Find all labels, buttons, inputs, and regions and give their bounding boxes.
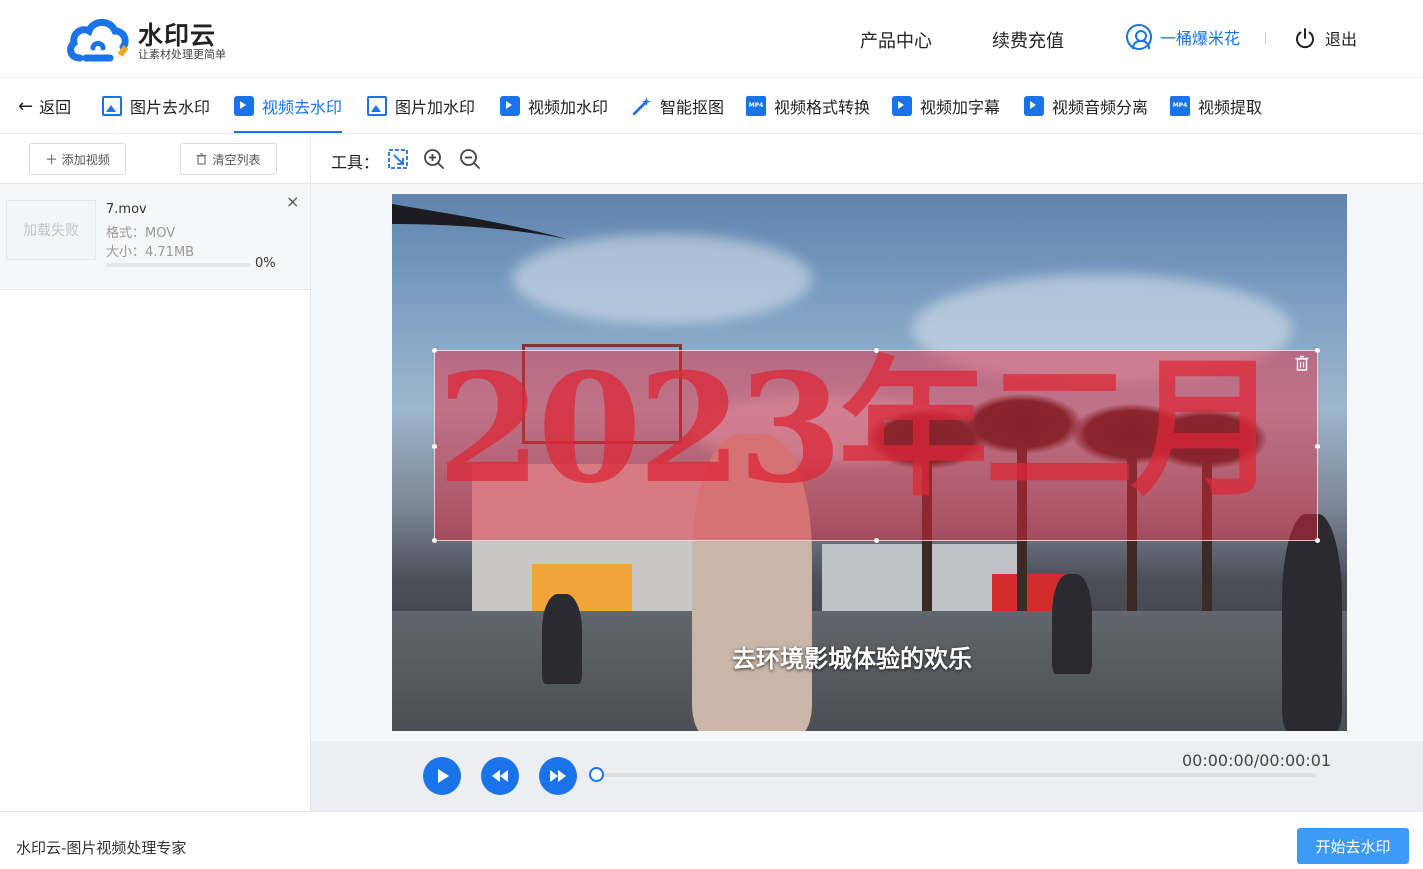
logout-button[interactable]: 退出 [1294,26,1357,50]
power-icon [1296,28,1314,49]
nav-product-center[interactable]: 产品中心 [860,27,932,53]
user-menu[interactable]: 一桶爆米花 [1126,24,1240,50]
back-button[interactable]: ← 返回 [18,78,71,134]
rewind-icon [492,770,508,782]
play-button[interactable] [423,757,461,795]
tab-label: 图片去水印 [130,98,211,117]
add-video-label: 添加视频 [61,152,110,167]
resize-handle[interactable] [874,348,879,353]
tab-image-add-watermark[interactable]: 图片加水印 [367,78,475,134]
file-list-panel: + 添加视频 清空列表 加载失败 7.mov 格式：MOV 大小：4.71MB … [0,135,311,811]
fast-forward-icon [550,770,566,782]
resize-handle[interactable] [1315,538,1320,543]
logout-label: 退出 [1325,30,1358,49]
mp4-icon: MP4 [1170,96,1190,116]
zoom-out-icon[interactable] [459,148,481,170]
playback-timeline[interactable] [597,773,1316,777]
fast-forward-button[interactable] [539,757,577,795]
feature-tabs: ← 返回 图片去水印 视频去水印 图片加水印 视频加水印 智能抠图 MP4 视频… [0,78,1423,134]
tab-label: 视频加字幕 [920,98,1001,117]
file-progress-text: 0% [255,256,276,271]
video-thumbnail: 加载失败 [6,200,96,260]
tab-label: 智能抠图 [660,98,725,117]
video-icon [500,96,520,116]
magic-wand-icon [632,97,651,116]
tab-label: 视频格式转换 [774,98,871,117]
tab-video-remove-watermark[interactable]: 视频去水印 [234,78,343,134]
file-progress-bar [106,263,250,267]
top-header: 水印云 让素材处理更简单 产品中心 续费充值 一桶爆米花 退出 [0,0,1423,78]
scene-person [1282,514,1342,731]
file-size: 大小：4.71MB [106,245,195,260]
remove-file-close-icon[interactable]: × [286,192,299,211]
nav-recharge[interactable]: 续费充值 [992,27,1064,53]
user-avatar-icon [1126,24,1152,50]
tool-bar: 工具： [311,135,1423,184]
file-list-item[interactable]: 加载失败 7.mov 格式：MOV 大小：4.71MB × 0% [0,184,310,290]
play-icon [438,769,449,783]
tab-image-remove-watermark[interactable]: 图片去水印 [102,78,210,134]
tab-video-audio-separate[interactable]: 视频音频分离 [1024,78,1148,134]
footer-bar: 水印云-图片视频处理专家 开始去水印 [0,811,1423,869]
resize-handle[interactable] [874,538,879,543]
tools-label: 工具： [331,153,380,172]
start-remove-watermark-button[interactable]: 开始去水印 [1297,828,1409,864]
mp4-icon: MP4 [746,96,766,116]
username: 一桶爆米花 [1160,29,1241,48]
scene-person [542,594,582,684]
resize-handle[interactable] [432,444,437,449]
tab-video-add-subtitle[interactable]: 视频加字幕 [892,78,1000,134]
zoom-in-icon[interactable] [423,148,445,170]
tab-video-add-watermark[interactable]: 视频加水印 [500,78,608,134]
delete-selection-trash-icon[interactable] [1295,355,1309,371]
tab-label: 图片加水印 [395,98,476,117]
clear-list-label: 清空列表 [212,152,261,167]
header-divider [1265,32,1266,44]
trash-icon [196,153,207,165]
tab-smart-cutout[interactable]: 智能抠图 [632,78,724,134]
video-player-controls: 00:00:00/00:00:01 [311,741,1423,811]
watermark-selection-box[interactable] [432,348,1320,543]
image-icon [367,96,387,116]
video-icon [1024,96,1044,116]
video-subtitle: 去环境影城体验的欢乐 [732,644,972,673]
tab-video-format-convert[interactable]: MP4 视频格式转换 [746,78,870,134]
resize-handle[interactable] [1315,348,1320,353]
scene-person [1052,574,1092,674]
resize-handle[interactable] [432,348,437,353]
app-logo[interactable]: 水印云 让素材处理更简单 [66,14,226,64]
playback-scrubber-handle[interactable] [589,767,604,782]
rewind-button[interactable] [481,757,519,795]
image-icon [102,96,122,116]
back-arrow-icon: ← [18,95,34,117]
resize-handle[interactable] [432,538,437,543]
app-slogan: 让素材处理更简单 [138,48,226,61]
file-format: 格式：MOV [106,226,176,241]
select-region-icon[interactable] [387,148,409,170]
preview-canvas: 2023年二月 去环境影城体验的欢乐 [311,184,1423,741]
file-name: 7.mov [106,202,147,217]
video-icon [234,96,254,116]
tab-video-extract[interactable]: MP4 视频提取 [1170,78,1262,134]
tab-label: 视频加水印 [528,98,609,117]
playback-time: 00:00:00/00:00:01 [1182,751,1332,770]
footer-brand-text: 水印云-图片视频处理专家 [16,839,187,857]
plus-icon: + [45,150,58,168]
tab-label: 视频提取 [1198,98,1263,117]
video-icon [892,96,912,116]
resize-handle[interactable] [1315,444,1320,449]
video-preview[interactable]: 2023年二月 去环境影城体验的欢乐 [392,194,1347,731]
clear-list-button[interactable]: 清空列表 [180,143,277,175]
tab-label: 视频去水印 [262,98,343,117]
cloud-logo-icon [67,18,129,62]
add-video-button[interactable]: + 添加视频 [29,143,126,175]
scene-leaf [392,204,567,239]
tab-label: 返回 [39,98,72,117]
tab-label: 视频音频分离 [1052,98,1149,117]
